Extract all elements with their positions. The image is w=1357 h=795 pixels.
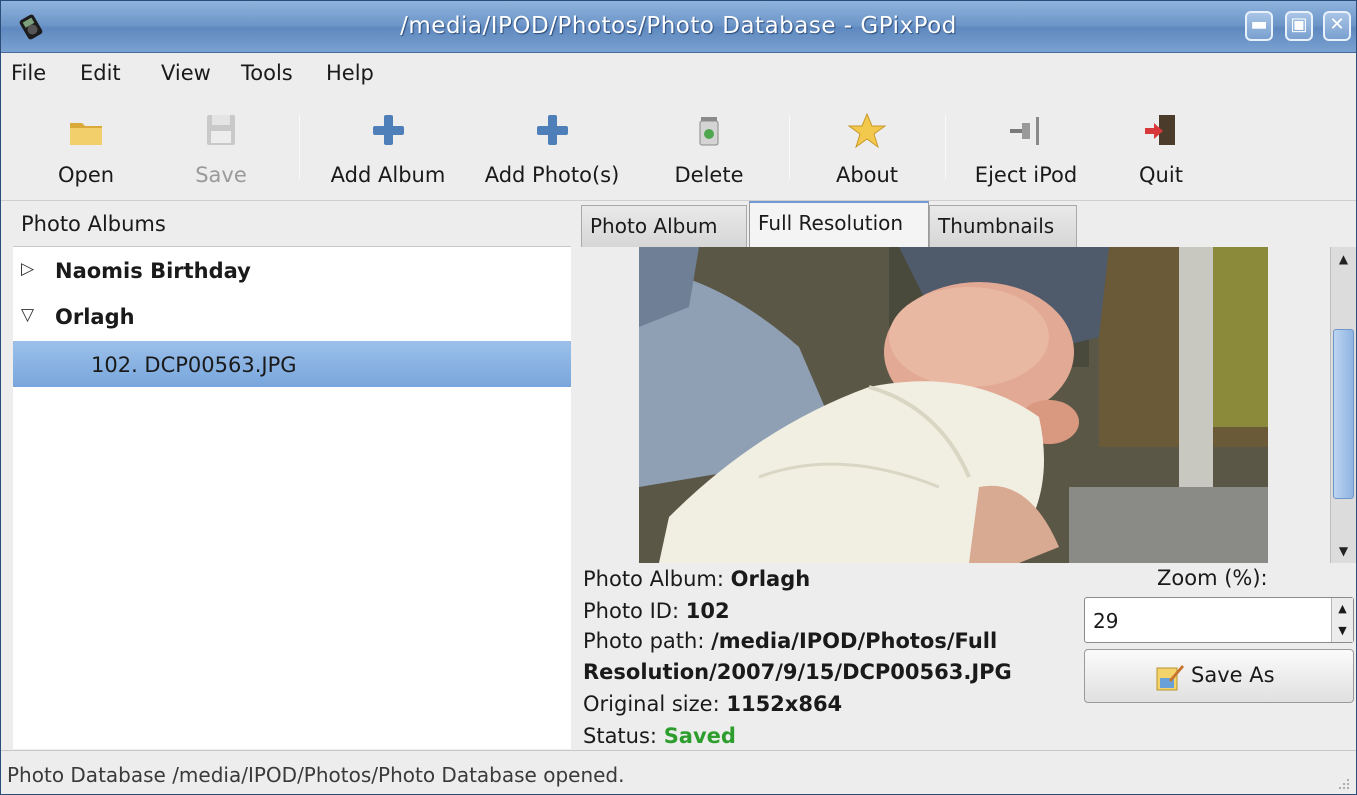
- photo-path-value-line1: /media/IPOD/Photos/Full: [711, 629, 998, 653]
- toolbar-separator: [789, 115, 790, 179]
- delete-button[interactable]: Delete: [661, 105, 757, 195]
- tab-full-resolution[interactable]: Full Resolution: [749, 201, 929, 248]
- minimize-icon: ▬: [1250, 14, 1268, 35]
- pane-splitter[interactable]: [571, 201, 579, 749]
- toolbar-separator: [299, 115, 300, 179]
- tree-row-photo-selected[interactable]: 102. DCP00563.JPG: [13, 341, 571, 387]
- photo-album-value: Orlagh: [730, 567, 811, 591]
- app-window: /media/IPOD/Photos/Photo Database - GPix…: [0, 0, 1357, 795]
- menu-view[interactable]: View: [161, 61, 211, 85]
- menu-edit[interactable]: Edit: [80, 61, 121, 85]
- tab-thumbnails[interactable]: Thumbnails: [929, 205, 1077, 247]
- photo-path-value-line2: Resolution/2007/9/15/DCP00563.JPG: [583, 660, 1012, 684]
- close-button[interactable]: ✕: [1323, 11, 1351, 41]
- tree-row-orlagh[interactable]: ▽ Orlagh: [13, 293, 571, 339]
- status-row: Status: Saved: [583, 724, 736, 748]
- status-bar: Photo Database /media/IPOD/Photos/Photo …: [1, 750, 1356, 794]
- original-size-value: 1152x864: [726, 692, 843, 716]
- save-as-button[interactable]: Save As: [1084, 649, 1354, 703]
- scroll-up-icon[interactable]: ▲: [1331, 247, 1356, 271]
- trash-icon: [699, 117, 719, 146]
- photo-info-panel: Photo Album: Orlagh Photo ID: 102 Photo …: [583, 564, 1083, 750]
- maximize-icon: ▣: [1290, 14, 1308, 35]
- photo-vertical-scrollbar[interactable]: ▲ ▼: [1330, 247, 1356, 563]
- albums-column-header[interactable]: Photo Albums: [13, 201, 571, 247]
- menu-help[interactable]: Help: [326, 61, 374, 85]
- exit-door-icon: [1145, 115, 1175, 145]
- toolbar: Open Save Add Album Add Photo(s) Delete …: [1, 95, 1356, 201]
- toolbar-separator: [945, 115, 946, 179]
- add-photos-button[interactable]: Add Photo(s): [473, 105, 631, 195]
- tree-row-naomis-birthday[interactable]: ▷ Naomis Birthday: [13, 247, 571, 293]
- tab-photo-album[interactable]: Photo Album: [581, 205, 747, 247]
- open-button[interactable]: Open: [41, 105, 131, 195]
- menu-file[interactable]: File: [11, 61, 46, 85]
- scroll-down-icon[interactable]: ▼: [1331, 539, 1356, 563]
- add-album-button[interactable]: Add Album: [321, 105, 455, 195]
- photo-path-row-continued: Resolution/2007/9/15/DCP00563.JPG: [583, 660, 1012, 684]
- photo-viewport: [579, 247, 1330, 563]
- floppy-icon: [207, 115, 235, 145]
- save-button[interactable]: Save: [176, 105, 266, 195]
- photo-path-row: Photo path: /media/IPOD/Photos/Full: [583, 629, 998, 653]
- plug-icon: [1010, 117, 1039, 145]
- save-as-icon: [1156, 665, 1184, 691]
- menu-bar: File Edit View Tools Help: [1, 53, 1356, 95]
- title-bar[interactable]: /media/IPOD/Photos/Photo Database - GPix…: [1, 1, 1356, 53]
- original-size-row: Original size: 1152x864: [583, 692, 843, 716]
- maximize-button[interactable]: ▣: [1285, 11, 1313, 41]
- quit-button[interactable]: Quit: [1121, 105, 1201, 195]
- photo-id-row: Photo ID: 102: [583, 599, 730, 623]
- photo-album-row: Photo Album: Orlagh: [583, 567, 811, 591]
- star-icon: [847, 112, 887, 149]
- about-button[interactable]: About: [819, 105, 915, 195]
- minimize-button[interactable]: ▬: [1245, 11, 1273, 41]
- zoom-value[interactable]: 29: [1093, 609, 1118, 633]
- photo-preview: [639, 247, 1268, 563]
- close-icon: ✕: [1329, 14, 1345, 35]
- albums-tree[interactable]: ▷ Naomis Birthday ▽ Orlagh 102. DCP00563…: [13, 247, 571, 749]
- spin-up-icon[interactable]: ▲: [1331, 598, 1353, 620]
- spin-down-icon[interactable]: ▼: [1331, 620, 1353, 642]
- plus-icon: [373, 115, 404, 145]
- expander-expanded-icon[interactable]: ▽: [21, 305, 34, 325]
- scrollbar-thumb[interactable]: [1333, 329, 1354, 499]
- resize-grip-icon[interactable]: [1336, 776, 1350, 790]
- window-title: /media/IPOD/Photos/Photo Database - GPix…: [400, 13, 957, 39]
- status-value: Saved: [663, 724, 736, 748]
- folder-icon: [70, 123, 102, 145]
- menu-tools[interactable]: Tools: [241, 61, 293, 85]
- photo-id-value: 102: [685, 599, 730, 623]
- expander-collapsed-icon[interactable]: ▷: [21, 259, 34, 279]
- eject-ipod-button[interactable]: Eject iPod: [961, 105, 1091, 195]
- view-tabs: Photo Album Full Resolution Thumbnails: [579, 201, 1356, 248]
- zoom-spinbutton[interactable]: 29 ▲ ▼: [1084, 597, 1354, 643]
- status-message: Photo Database /media/IPOD/Photos/Photo …: [7, 763, 625, 787]
- plus-icon: [537, 115, 568, 145]
- zoom-label: Zoom (%):: [1157, 566, 1268, 590]
